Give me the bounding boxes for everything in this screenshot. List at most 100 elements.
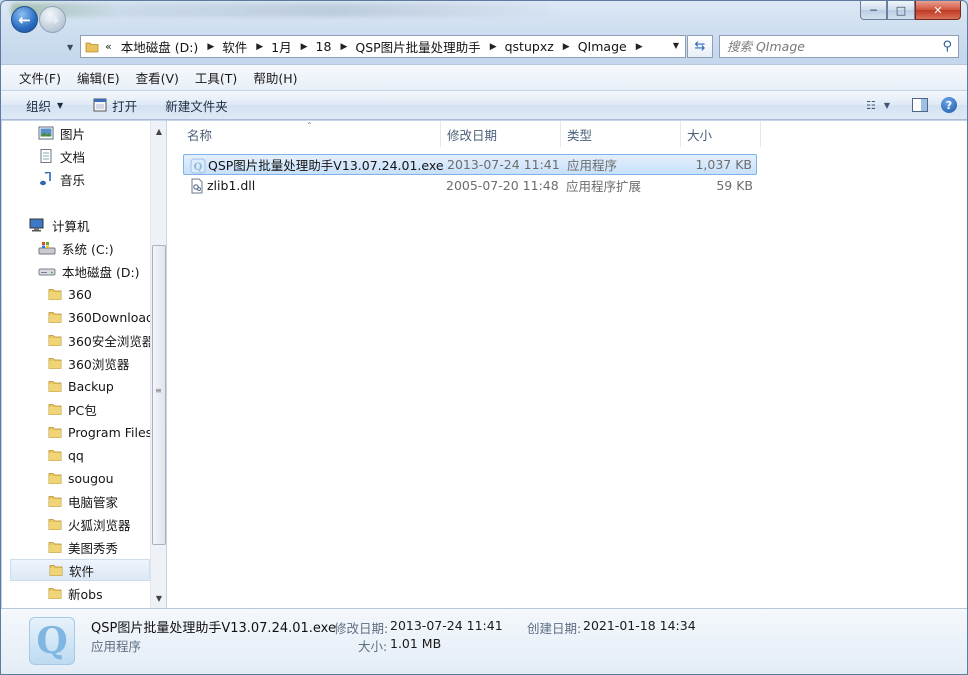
- search-box[interactable]: ⚲: [719, 35, 959, 58]
- details-size-label: 大小:: [358, 639, 388, 654]
- breadcrumb-arrow-icon[interactable]: ▶: [633, 42, 646, 52]
- navigation-pane: 图片文档音乐计算机 系统 (C:) 本地磁盘 (D:) 360 360Download 3…: [2, 121, 166, 608]
- breadcrumb-label: 1月: [271, 40, 292, 55]
- nav-item[interactable]: 音乐: [38, 168, 85, 190]
- back-button[interactable]: ←: [11, 6, 38, 33]
- drive-icon: [38, 264, 56, 278]
- folder-icon: [48, 494, 62, 508]
- nav-item[interactable]: 电脑管家: [48, 490, 118, 512]
- column-name-label: 名称: [187, 127, 213, 143]
- nav-item[interactable]: Program Files: [48, 421, 152, 443]
- breadcrumb-item[interactable]: 1月 ▶: [266, 37, 310, 56]
- scroll-thumb[interactable]: [152, 245, 166, 545]
- nav-item[interactable]: Backup: [48, 375, 114, 397]
- file-row[interactable]: zlib1.dll 2005-07-20 11:48 应用程序扩展 59 KB: [183, 175, 757, 196]
- details-modified-value: 2013-07-24 11:41: [390, 618, 503, 633]
- breadcrumb-arrow-icon[interactable]: ▶: [337, 42, 350, 52]
- explorer-window: ─ □ ✕ ← → ▼ « 本地磁盘 (D:) ▶ 软件 ▶ 1月 ▶ 18 ▶ QSP图片批量…: [0, 0, 968, 675]
- breadcrumb-arrow-icon[interactable]: ▶: [560, 42, 573, 52]
- nav-item[interactable]: sougou: [48, 467, 114, 489]
- nav-item[interactable]: 360: [48, 283, 92, 305]
- nav-item-label: 360Download: [68, 309, 154, 325]
- view-options-button[interactable]: ☷ ▼: [866, 94, 890, 116]
- column-size[interactable]: 大小: [681, 121, 761, 147]
- overflow-chevron[interactable]: «: [105, 40, 112, 53]
- breadcrumb-arrow-icon[interactable]: ▶: [298, 42, 311, 52]
- menu-file[interactable]: 文件(F): [11, 68, 69, 87]
- nav-scrollbar[interactable]: ▲ ≡ ▼: [150, 121, 166, 608]
- file-row[interactable]: Q QSP图片批量处理助手V13.07.24.01.exe 2013-07-24 1…: [183, 154, 757, 175]
- menu-help[interactable]: 帮助(H): [245, 68, 305, 87]
- nav-item[interactable]: 360Download: [48, 306, 154, 328]
- nav-item-label: 火狐浏览器: [68, 517, 131, 533]
- address-dropdown-icon[interactable]: ▼: [673, 41, 679, 50]
- menu-tools[interactable]: 工具(T): [187, 68, 245, 87]
- nav-item[interactable]: 文档: [38, 145, 85, 167]
- nav-item[interactable]: 360浏览器: [48, 352, 129, 374]
- help-button[interactable]: ?: [941, 97, 957, 113]
- breadcrumb-arrow-icon[interactable]: ▶: [253, 42, 266, 52]
- nav-item[interactable]: 火狐浏览器: [48, 513, 131, 535]
- scroll-down-arrow[interactable]: ▼: [151, 590, 167, 606]
- nav-item[interactable]: 本地磁盘 (D:): [38, 260, 140, 282]
- search-icon[interactable]: ⚲: [942, 39, 952, 54]
- close-button[interactable]: ✕: [915, 1, 961, 20]
- nav-item[interactable]: 新obs: [48, 582, 103, 604]
- menu-edit[interactable]: 编辑(E): [69, 68, 128, 87]
- forward-button[interactable]: →: [39, 6, 66, 33]
- breadcrumb-item[interactable]: 18 ▶: [311, 39, 351, 54]
- breadcrumb-item[interactable]: QImage ▶: [573, 39, 646, 54]
- preview-pane-button[interactable]: [909, 94, 931, 116]
- breadcrumb-arrow-icon[interactable]: ▶: [204, 42, 217, 52]
- column-date[interactable]: 修改日期: [441, 121, 561, 147]
- open-button[interactable]: 打开: [85, 93, 145, 117]
- folder-icon: [48, 333, 62, 347]
- details-created-label: 创建日期:: [527, 621, 582, 636]
- arrow-left-icon: ←: [18, 10, 31, 29]
- breadcrumb-arrow-icon[interactable]: ▶: [487, 42, 500, 52]
- column-date-label: 修改日期: [447, 127, 498, 143]
- minimize-button[interactable]: ─: [860, 1, 887, 20]
- breadcrumb-label: 本地磁盘 (D:): [120, 40, 199, 55]
- details-file-name: QSP图片批量处理助手V13.07.24.01.exe: [91, 621, 336, 636]
- nav-item[interactable]: 360安全浏览器: [48, 329, 154, 351]
- column-type[interactable]: 类型: [561, 121, 681, 147]
- file-list: 名称 ⌃ 修改日期 类型 大小 Q QSP图片批量处理助手V13.07.24.01…: [167, 121, 967, 608]
- caption-buttons: ─ □ ✕: [860, 1, 961, 20]
- chevron-down-icon: ▼: [57, 100, 64, 110]
- open-icon: [93, 98, 107, 112]
- breadcrumb-item[interactable]: QSP图片批量处理助手 ▶: [350, 37, 499, 56]
- details-size-value: 1.01 MB: [390, 636, 442, 651]
- nav-item[interactable]: 系统 (C:): [38, 237, 114, 259]
- nav-item[interactable]: 计算机: [28, 214, 90, 236]
- breadcrumb-item[interactable]: qstupxz ▶: [500, 39, 573, 54]
- file-name: zlib1.dll: [207, 178, 256, 193]
- breadcrumb-item[interactable]: 软件 ▶: [217, 37, 266, 56]
- command-bar: 组织 ▼ 打开 新建文件夹 ☷ ▼ ?: [1, 90, 967, 120]
- music-icon: [38, 172, 54, 186]
- refresh-button[interactable]: ⇆: [687, 35, 713, 58]
- nav-item[interactable]: qq: [48, 444, 84, 466]
- preview-pane-icon: [912, 98, 928, 112]
- nav-item-label: qq: [68, 447, 84, 463]
- recent-pages-dropdown[interactable]: ▼: [67, 43, 73, 52]
- new-folder-button[interactable]: 新建文件夹: [157, 93, 236, 117]
- nav-item[interactable]: 美图秀秀: [48, 536, 118, 558]
- organize-button[interactable]: 组织 ▼: [18, 93, 71, 117]
- address-bar[interactable]: « 本地磁盘 (D:) ▶ 软件 ▶ 1月 ▶ 18 ▶ QSP图片批量处理助手 ▶ qstupxz…: [80, 35, 686, 58]
- nav-item[interactable]: PC包: [48, 398, 97, 420]
- scroll-up-arrow[interactable]: ▲: [151, 123, 167, 139]
- breadcrumb-label: QSP图片批量处理助手: [355, 40, 481, 55]
- nav-item[interactable]: 软件: [10, 559, 150, 581]
- nav-item-label: 电脑管家: [68, 494, 119, 510]
- file-name: QSP图片批量处理助手V13.07.24.01.exe: [208, 158, 444, 173]
- sort-ascending-icon: ⌃: [306, 121, 313, 130]
- nav-item[interactable]: 图片: [38, 122, 85, 144]
- computer-icon: [28, 218, 46, 232]
- nav-item-label: 文档: [60, 149, 86, 165]
- breadcrumb-item[interactable]: 本地磁盘 (D:) ▶: [116, 37, 218, 56]
- nav-item-label: 美图秀秀: [68, 540, 119, 556]
- search-input[interactable]: [727, 39, 927, 54]
- menu-view[interactable]: 查看(V): [128, 68, 187, 87]
- maximize-button[interactable]: □: [887, 1, 915, 20]
